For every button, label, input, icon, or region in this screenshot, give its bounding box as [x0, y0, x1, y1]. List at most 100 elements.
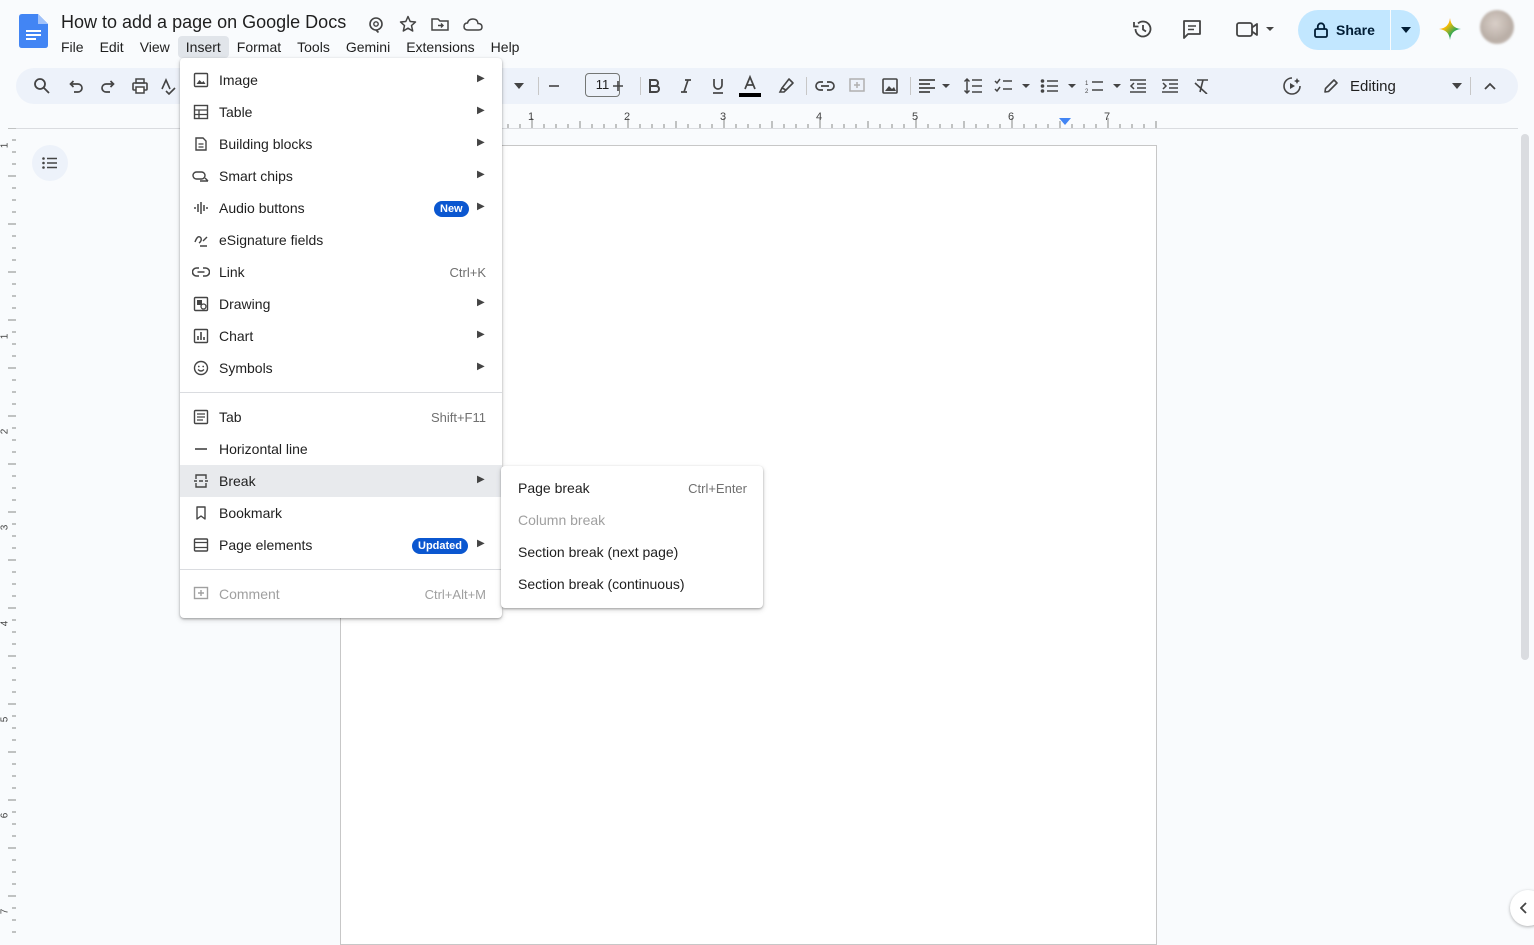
move-folder-icon[interactable]	[430, 14, 450, 34]
undo-icon[interactable]	[64, 74, 88, 98]
new-badge: New	[434, 201, 469, 217]
right-indent-marker-icon[interactable]	[1059, 118, 1071, 126]
menu-format[interactable]: Format	[229, 36, 289, 58]
ruler-number: 2	[624, 111, 631, 123]
docs-logo-icon[interactable]	[18, 14, 48, 48]
submenu-arrow-icon: ▶	[477, 201, 485, 212]
print-icon[interactable]	[128, 74, 152, 98]
submenu-arrow-icon: ▶	[477, 297, 485, 308]
add-comment-icon	[845, 74, 869, 98]
highlight-color-icon[interactable]	[774, 74, 798, 98]
insert-menu-item-chart[interactable]: Chart ▶	[180, 320, 502, 352]
side-panel-toggle[interactable]	[1510, 890, 1534, 926]
doc-status-icon[interactable]	[366, 14, 386, 34]
gemini-edit-icon[interactable]	[1280, 74, 1304, 98]
underline-icon[interactable]	[706, 74, 730, 98]
redo-icon[interactable]	[96, 74, 120, 98]
menu-tools[interactable]: Tools	[289, 36, 338, 58]
version-history-icon[interactable]	[1129, 15, 1157, 43]
insert-menu-item-drawing[interactable]: Drawing ▶	[180, 288, 502, 320]
table-icon	[192, 103, 210, 121]
audio-icon	[192, 199, 210, 217]
insert-menu-item-link[interactable]: Link Ctrl+K	[180, 256, 502, 288]
submenu-arrow-icon: ▶	[477, 474, 485, 485]
toolbar-divider	[538, 77, 539, 95]
vertical-ruler[interactable]: 1 1 2 3 4 5 6 7	[0, 128, 16, 937]
line-spacing-icon[interactable]	[961, 74, 985, 98]
insert-menu-item-tab[interactable]: Tab Shift+F11	[180, 401, 502, 433]
submenu-arrow-icon: ▶	[477, 137, 485, 148]
meet-video-icon[interactable]	[1233, 15, 1279, 43]
submenu-arrow-icon: ▶	[477, 361, 485, 372]
menu-file[interactable]: File	[53, 36, 92, 58]
break-submenu-item-page-break[interactable]: Page break Ctrl+Enter	[501, 472, 763, 504]
star-icon[interactable]	[398, 14, 418, 34]
toolbar-divider	[910, 77, 911, 95]
menu-bar: File Edit View Insert Format Tools Gemin…	[53, 36, 527, 58]
document-title[interactable]: How to add a page on Google Docs	[61, 12, 346, 33]
menu-insert[interactable]: Insert	[177, 36, 229, 58]
account-avatar[interactable]	[1480, 10, 1514, 44]
building-blocks-icon	[192, 135, 210, 153]
clear-formatting-icon[interactable]	[1190, 74, 1214, 98]
editing-mode-dropdown[interactable]: Editing	[1322, 72, 1462, 100]
bulleted-list-icon[interactable]	[1040, 74, 1078, 98]
share-label: Share	[1336, 22, 1375, 38]
insert-menu-item-symbols[interactable]: Symbols ▶	[180, 352, 502, 384]
vertical-scrollbar[interactable]	[1521, 134, 1529, 660]
comments-icon[interactable]	[1178, 15, 1206, 43]
ruler-number: 1	[528, 111, 535, 123]
insert-menu-item-table[interactable]: Table ▶	[180, 96, 502, 128]
menu-view[interactable]: View	[132, 36, 178, 58]
break-submenu-item-section-break-next-page[interactable]: Section break (next page)	[501, 536, 763, 568]
menu-extensions[interactable]: Extensions	[398, 36, 482, 58]
insert-menu-item-break[interactable]: Break ▶	[180, 465, 502, 497]
decrease-indent-icon[interactable]	[1126, 74, 1150, 98]
break-submenu-item-section-break-continuous[interactable]: Section break (continuous)	[501, 568, 763, 600]
ruler-number: 7	[1104, 111, 1111, 123]
gemini-icon[interactable]	[1438, 17, 1462, 41]
bold-icon[interactable]	[642, 74, 666, 98]
menu-edit[interactable]: Edit	[92, 36, 132, 58]
svg-text:2: 2	[1085, 89, 1089, 94]
submenu-arrow-icon: ▶	[477, 329, 485, 340]
share-button[interactable]: Share	[1298, 10, 1390, 50]
cloud-saved-icon[interactable]	[462, 14, 483, 34]
insert-menu-item-smart-chips[interactable]: Smart chips ▶	[180, 160, 502, 192]
toolbar-divider	[806, 77, 807, 95]
svg-text:1: 1	[1085, 81, 1089, 87]
align-icon[interactable]	[918, 74, 952, 98]
ruler-number: 1	[0, 142, 11, 149]
spellcheck-icon[interactable]	[160, 74, 176, 98]
numbered-list-icon[interactable]: 12	[1085, 74, 1123, 98]
insert-image-icon[interactable]	[878, 74, 902, 98]
hide-menus-chevron-up-icon[interactable]	[1478, 74, 1502, 98]
ruler-number: 7	[0, 908, 11, 915]
insert-menu-item-image[interactable]: Image ▶	[180, 64, 502, 96]
checklist-icon[interactable]	[994, 74, 1032, 98]
menu-gemini[interactable]: Gemini	[338, 36, 398, 58]
increase-indent-icon[interactable]	[1158, 74, 1182, 98]
increase-font-size-icon[interactable]	[606, 74, 630, 98]
top-bar: How to add a page on Google Docs File Ed…	[0, 0, 1534, 64]
italic-icon[interactable]	[674, 74, 698, 98]
insert-menu-item-esignature-fields[interactable]: eSignature fields	[180, 224, 502, 256]
insert-menu-item-comment: Comment Ctrl+Alt+M	[180, 578, 502, 610]
document-outline-button[interactable]	[32, 145, 68, 181]
menu-help[interactable]: Help	[483, 36, 528, 58]
insert-menu-item-audio-buttons[interactable]: Audio buttons New ▶	[180, 192, 502, 224]
insert-menu-item-building-blocks[interactable]: Building blocks ▶	[180, 128, 502, 160]
share-dropdown-button[interactable]	[1391, 10, 1420, 50]
search-menus-icon[interactable]	[30, 74, 54, 98]
font-dropdown-caret-icon[interactable]	[510, 74, 528, 98]
insert-link-icon[interactable]	[813, 74, 837, 98]
text-color-icon[interactable]	[738, 74, 762, 98]
break-icon	[192, 472, 210, 490]
ruler-number: 5	[0, 716, 11, 723]
insert-menu-item-bookmark[interactable]: Bookmark	[180, 497, 502, 529]
ruler-number: 6	[0, 812, 11, 819]
insert-menu-item-horizontal-line[interactable]: Horizontal line	[180, 433, 502, 465]
decrease-font-size-icon[interactable]	[542, 74, 566, 98]
page-elements-icon	[192, 536, 210, 554]
insert-menu-item-page-elements[interactable]: Page elements Updated ▶	[180, 529, 502, 561]
